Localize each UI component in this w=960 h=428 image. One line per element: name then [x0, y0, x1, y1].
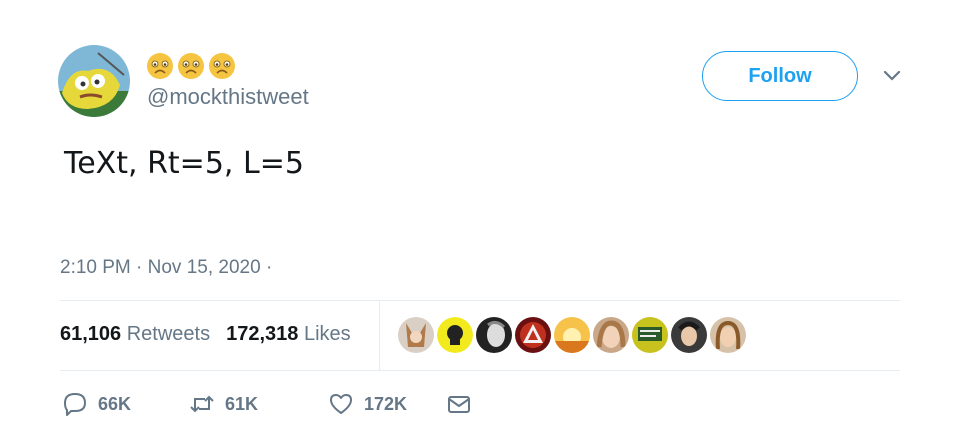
liker-avatar[interactable]: [593, 317, 629, 353]
display-name[interactable]: [146, 52, 236, 80]
divider: [379, 300, 380, 370]
liker-avatar[interactable]: [476, 317, 512, 353]
retweets-count: 61,106: [60, 323, 122, 345]
retweet-icon: [190, 395, 214, 413]
divider: [60, 370, 900, 371]
liker-avatar[interactable]: [632, 317, 668, 353]
liker-avatar[interactable]: [437, 317, 473, 353]
liker-avatar[interactable]: [515, 317, 551, 353]
tweet-stats: 61,106 Retweets 172,318 Likes: [60, 323, 351, 346]
follow-button[interactable]: Follow: [702, 51, 858, 101]
avatar[interactable]: [58, 45, 130, 117]
worried-face-icon: [147, 53, 173, 79]
reply-count: 66K: [98, 393, 132, 414]
tweet-text: TeXt, Rt=5, L=5: [64, 146, 304, 181]
worried-face-icon: [209, 53, 235, 79]
heart-icon: [330, 394, 352, 414]
liker-avatar[interactable]: [554, 317, 590, 353]
retweets-stat[interactable]: 61,106 Retweets: [60, 323, 210, 346]
liker-avatar[interactable]: [671, 317, 707, 353]
divider: [60, 300, 900, 301]
liked-by-avatars: [398, 317, 746, 353]
tweet-actions: 66K 61K 172K: [62, 391, 472, 417]
retweets-label: Retweets: [126, 323, 211, 345]
reply-button[interactable]: 66K: [62, 391, 189, 417]
retweet-button[interactable]: 61K: [189, 391, 328, 417]
liker-avatar[interactable]: [710, 317, 746, 353]
reply-icon: [64, 393, 86, 416]
worried-face-icon: [178, 53, 204, 79]
mail-icon: [448, 396, 470, 413]
user-handle[interactable]: @mockthistweet: [147, 84, 309, 110]
likes-count: 172,318: [226, 323, 299, 345]
share-button[interactable]: [446, 391, 472, 417]
like-button[interactable]: 172K: [328, 391, 446, 417]
likes-stat[interactable]: 172,318 Likes: [226, 323, 351, 346]
chevron-down-icon[interactable]: [882, 68, 902, 84]
retweet-count: 61K: [225, 393, 259, 414]
like-count: 172K: [364, 393, 408, 414]
liker-avatar[interactable]: [398, 317, 434, 353]
likes-label: Likes: [303, 323, 351, 345]
tweet-timestamp[interactable]: 2:10 PM · Nov 15, 2020 ·: [60, 257, 272, 279]
